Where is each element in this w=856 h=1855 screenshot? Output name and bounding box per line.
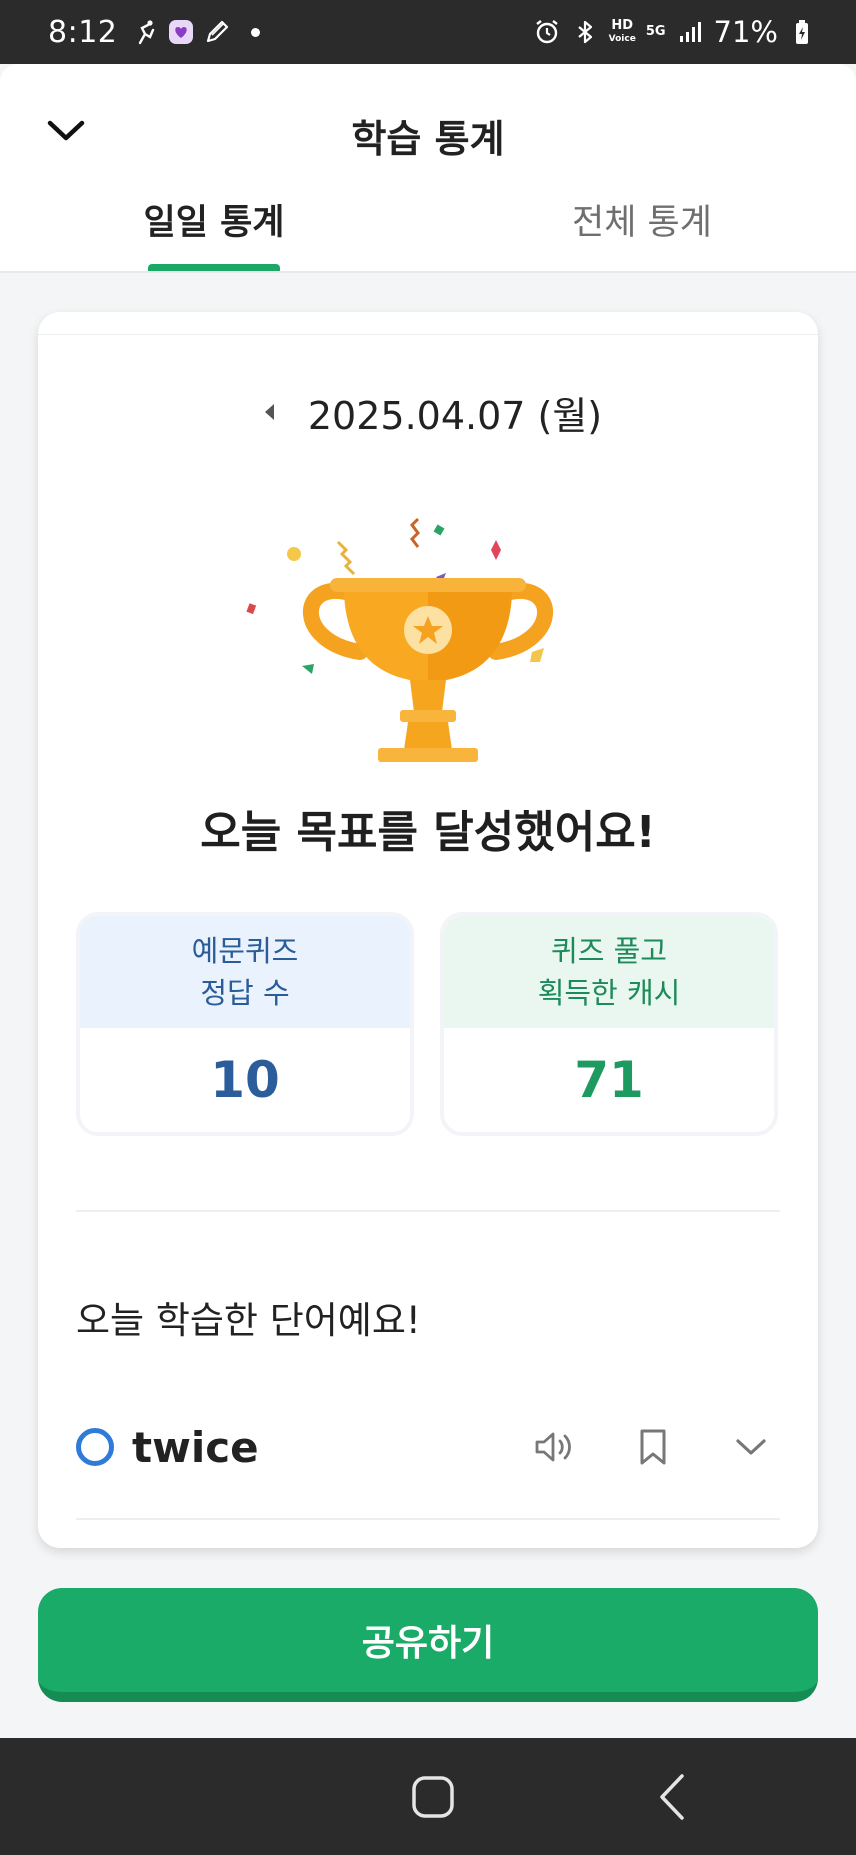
hd-label: HD (611, 17, 634, 33)
caret-left-icon (264, 404, 274, 420)
heart-app-icon (167, 18, 195, 46)
date-selector: 2025.04.07 (월) (38, 382, 818, 442)
correct-circle-icon (76, 1428, 114, 1466)
more-notifications-dot (251, 27, 261, 37)
stat-label-line2: 획득한 캐시 (537, 976, 681, 1010)
header-divider (0, 271, 856, 273)
status-bar: 8:12 HD Voice 5G 71% (0, 0, 856, 64)
trophy-icon (246, 517, 553, 762)
word-divider (76, 1518, 780, 1520)
tab-bar: 일일 통계 전체 통계 (0, 184, 856, 272)
status-time: 8:12 (48, 14, 118, 50)
bookmark-icon (640, 1429, 666, 1465)
home-button-icon[interactable] (410, 1774, 456, 1820)
battery-percent: 71% (713, 15, 778, 49)
word-text: twice (132, 1422, 259, 1472)
word-list-item[interactable]: twice (76, 1402, 780, 1492)
quiz-correct-stat: 예문퀴즈 정답 수 10 (76, 912, 414, 1136)
tab-daily-stats[interactable]: 일일 통계 (0, 184, 428, 272)
back-arrow-icon[interactable] (652, 1770, 692, 1824)
goal-achieved-message: 오늘 목표를 달성했어요! (200, 807, 656, 858)
stat-label: 퀴즈 풀고 획득한 캐시 (444, 916, 774, 1028)
stat-label-line1: 예문퀴즈 (191, 934, 299, 968)
app-header: 학습 통계 일일 통계 전체 통계 (0, 64, 856, 272)
stat-label-line1: 퀴즈 풀고 (551, 934, 667, 968)
previous-date-button[interactable] (254, 392, 284, 432)
speaker-icon (535, 1432, 571, 1462)
notification-icons (131, 18, 261, 46)
stat-value: 71 (574, 1051, 644, 1109)
alarm-icon (533, 18, 561, 46)
section-divider (76, 1210, 780, 1212)
system-icons: HD Voice 5G 71% (533, 15, 816, 49)
network-type-indicator: 5G (645, 24, 666, 39)
date-label: 2025.04.07 (월) (307, 393, 603, 438)
battery-icon (788, 18, 816, 46)
runner-icon (131, 18, 159, 46)
share-button[interactable]: 공유하기 (38, 1588, 818, 1702)
daily-stats-card: 2025.04.07 (월) 오늘 목표를 달성했어요! 예문퀴즈 정답 수 1… (38, 312, 818, 1548)
word-actions (486, 1418, 780, 1476)
learned-words-title: 오늘 학습한 단어예요! (76, 1299, 421, 1342)
stat-label-line2: 정답 수 (200, 976, 290, 1010)
page-title: 학습 통계 (351, 117, 505, 161)
chevron-down-icon (736, 1439, 766, 1455)
system-navigation-bar (0, 1738, 856, 1855)
stat-label: 예문퀴즈 정답 수 (80, 916, 410, 1028)
expand-word-button[interactable] (722, 1418, 780, 1476)
voice-label: Voice (608, 33, 636, 44)
bluetooth-icon (571, 18, 599, 46)
trophy-illustration (238, 492, 618, 772)
card-top-divider (38, 334, 818, 335)
pencil-icon (203, 18, 231, 46)
bookmark-button[interactable] (624, 1418, 682, 1476)
hd-voice-indicator: HD Voice (608, 17, 636, 45)
signal-icon (676, 18, 704, 46)
pronounce-button[interactable] (526, 1418, 584, 1476)
tab-total-stats[interactable]: 전체 통계 (428, 184, 856, 272)
stat-value: 10 (210, 1051, 280, 1109)
cash-earned-stat: 퀴즈 풀고 획득한 캐시 71 (440, 912, 778, 1136)
